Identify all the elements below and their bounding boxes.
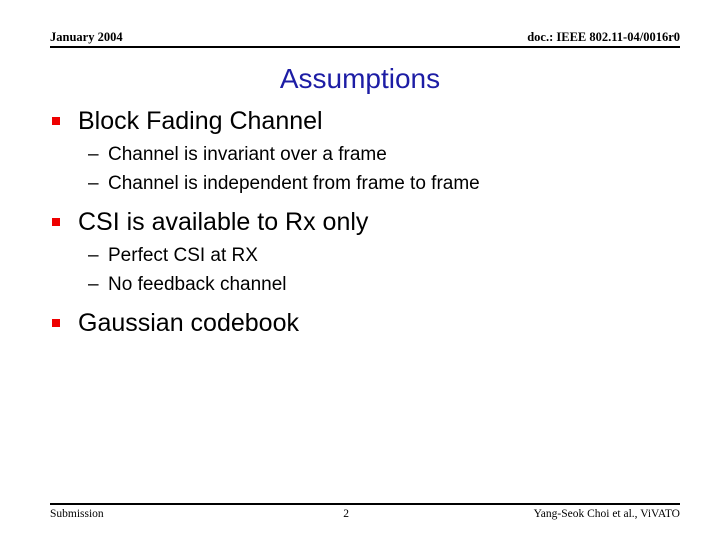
bullet-level1-label: Gaussian codebook [78,309,299,337]
bullet-level1: CSI is available to Rx only [52,207,672,237]
bullet-level2-label: Channel is invariant over a frame [108,144,387,165]
bullet-level1: Gaussian codebook [52,308,672,338]
sub-bullet-group: – Channel is invariant over a frame – Ch… [52,142,672,197]
slide-header: January 2004 doc.: IEEE 802.11-04/0016r0 [50,30,680,52]
square-bullet-icon [52,207,78,226]
en-dash-icon: – [88,274,99,295]
en-dash-icon: – [88,144,99,165]
bullet-level1-label: Block Fading Channel [78,107,323,135]
bullet-level2: – No feedback channel [52,272,672,298]
bullet-level2-label: Perfect CSI at RX [108,245,258,266]
square-bullet-icon [52,308,78,327]
en-dash-icon: – [88,245,99,266]
header-divider [50,46,680,48]
page-title: Assumptions [279,63,441,94]
footer-row: Submission 2 Yang-Seok Choi et al., ViVA… [50,507,680,521]
bullet-level2: – Perfect CSI at RX [52,243,672,269]
bullet-level1-label: CSI is available to Rx only [78,208,369,236]
bullet-level2: – Channel is independent from frame to f… [52,171,672,197]
header-doc-number: doc.: IEEE 802.11-04/0016r0 [527,30,680,44]
bullet-level2-label: Channel is independent from frame to fra… [108,173,480,194]
bullet-level1: Block Fading Channel [52,106,672,136]
footer-author-label: Yang-Seok Choi et al., ViVATO [533,508,680,520]
slide-footer: Submission 2 Yang-Seok Choi et al., ViVA… [50,503,680,521]
header-row: January 2004 doc.: IEEE 802.11-04/0016r0 [50,30,680,45]
sub-bullet-group: – Perfect CSI at RX – No feedback channe… [52,243,672,298]
bullet-level2: – Channel is invariant over a frame [52,142,672,168]
header-date: January 2004 [50,30,123,44]
square-bullet-icon [52,106,78,125]
slide-body: Block Fading Channel – Channel is invari… [52,106,672,344]
footer-divider [50,503,680,505]
en-dash-icon: – [88,173,99,194]
footer-submission-label: Submission [50,508,104,520]
page-number: 2 [343,508,349,520]
bullet-level2-label: No feedback channel [108,274,287,295]
